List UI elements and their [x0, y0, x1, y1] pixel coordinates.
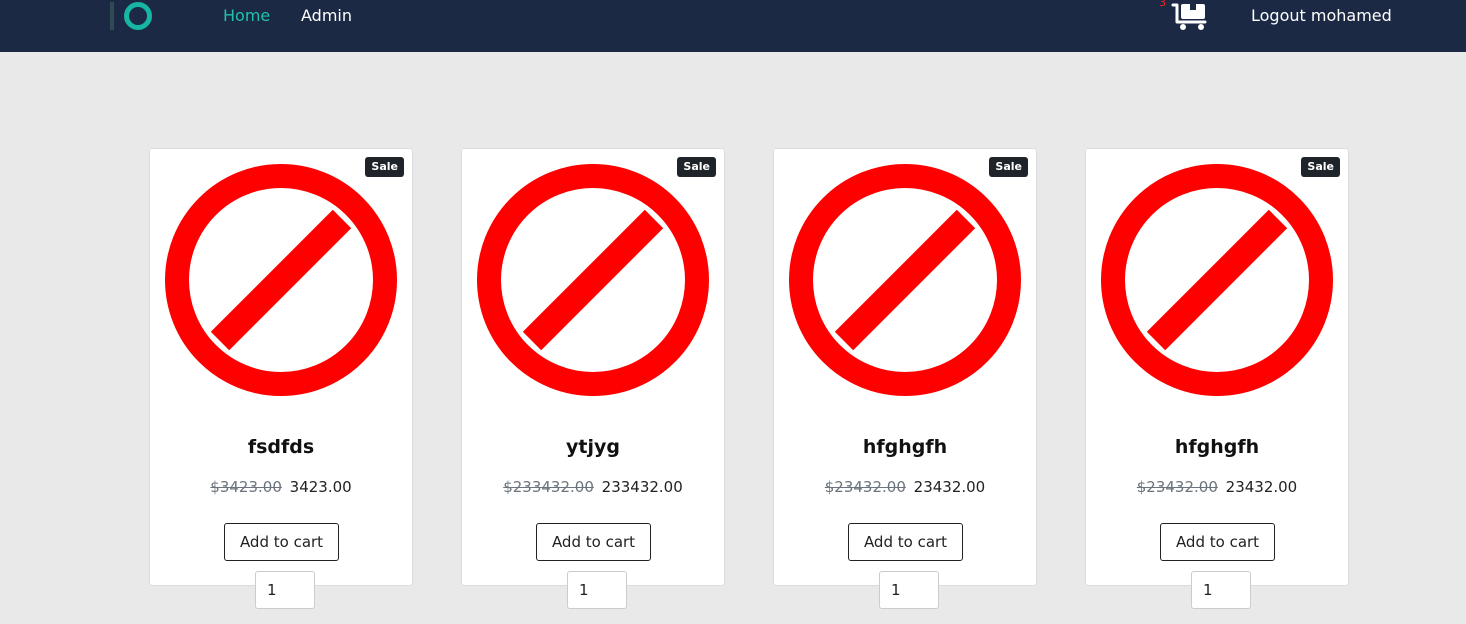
quantity-input[interactable]: [879, 571, 939, 609]
sale-price: 23432.00: [1225, 478, 1298, 496]
product-card: Sale ytjyg $233432.00 233432.00 Add to c…: [461, 148, 725, 609]
quantity-input[interactable]: [567, 571, 627, 609]
product-name[interactable]: fsdfds: [150, 435, 412, 459]
product-card: Sale fsdfds $3423.00 3423.00 Add to cart: [149, 148, 413, 609]
prohibited-icon: [165, 164, 397, 396]
product-name[interactable]: ytjyg: [462, 435, 724, 459]
nav-admin-link[interactable]: Admin: [301, 6, 352, 26]
add-to-cart-button[interactable]: Add to cart: [1160, 523, 1275, 561]
sale-price: 3423.00: [289, 478, 352, 496]
quantity-input[interactable]: [255, 571, 315, 609]
logo-bar: [110, 2, 114, 30]
navbar: Home Admin 3 Logout mohamed: [0, 0, 1466, 52]
add-to-cart-button[interactable]: Add to cart: [536, 523, 651, 561]
product-name[interactable]: hfghgfh: [1086, 435, 1348, 459]
cart-button[interactable]: [1171, 2, 1209, 32]
sale-price: 23432.00: [913, 478, 986, 496]
product-card: Sale hfghgfh $23432.00 23432.00 Add to c…: [773, 148, 1037, 609]
cart-icon: [1171, 3, 1207, 30]
product-card: Sale hfghgfh $23432.00 23432.00 Add to c…: [1085, 148, 1349, 609]
original-price: $233432.00: [503, 478, 594, 496]
prohibited-icon: [477, 164, 709, 396]
original-price: $23432.00: [824, 478, 906, 496]
price-row: $3423.00 3423.00: [150, 477, 412, 497]
price-row: $23432.00 23432.00: [1086, 477, 1348, 497]
prohibited-icon: [1101, 164, 1333, 396]
quantity-input[interactable]: [1191, 571, 1251, 609]
add-to-cart-button[interactable]: Add to cart: [848, 523, 963, 561]
product-name[interactable]: hfghgfh: [774, 435, 1036, 459]
cart-count-badge: 3: [1159, 0, 1166, 9]
prohibited-icon: [789, 164, 1021, 396]
sale-price: 233432.00: [601, 478, 683, 496]
price-row: $233432.00 233432.00: [462, 477, 724, 497]
original-price: $3423.00: [210, 478, 282, 496]
price-row: $23432.00 23432.00: [774, 477, 1036, 497]
logout-link[interactable]: Logout mohamed: [1251, 6, 1392, 26]
nav-home-link[interactable]: Home: [223, 6, 270, 26]
logo-ring-icon: [124, 2, 152, 30]
add-to-cart-button[interactable]: Add to cart: [224, 523, 339, 561]
brand-logo[interactable]: [108, 1, 154, 31]
original-price: $23432.00: [1136, 478, 1218, 496]
